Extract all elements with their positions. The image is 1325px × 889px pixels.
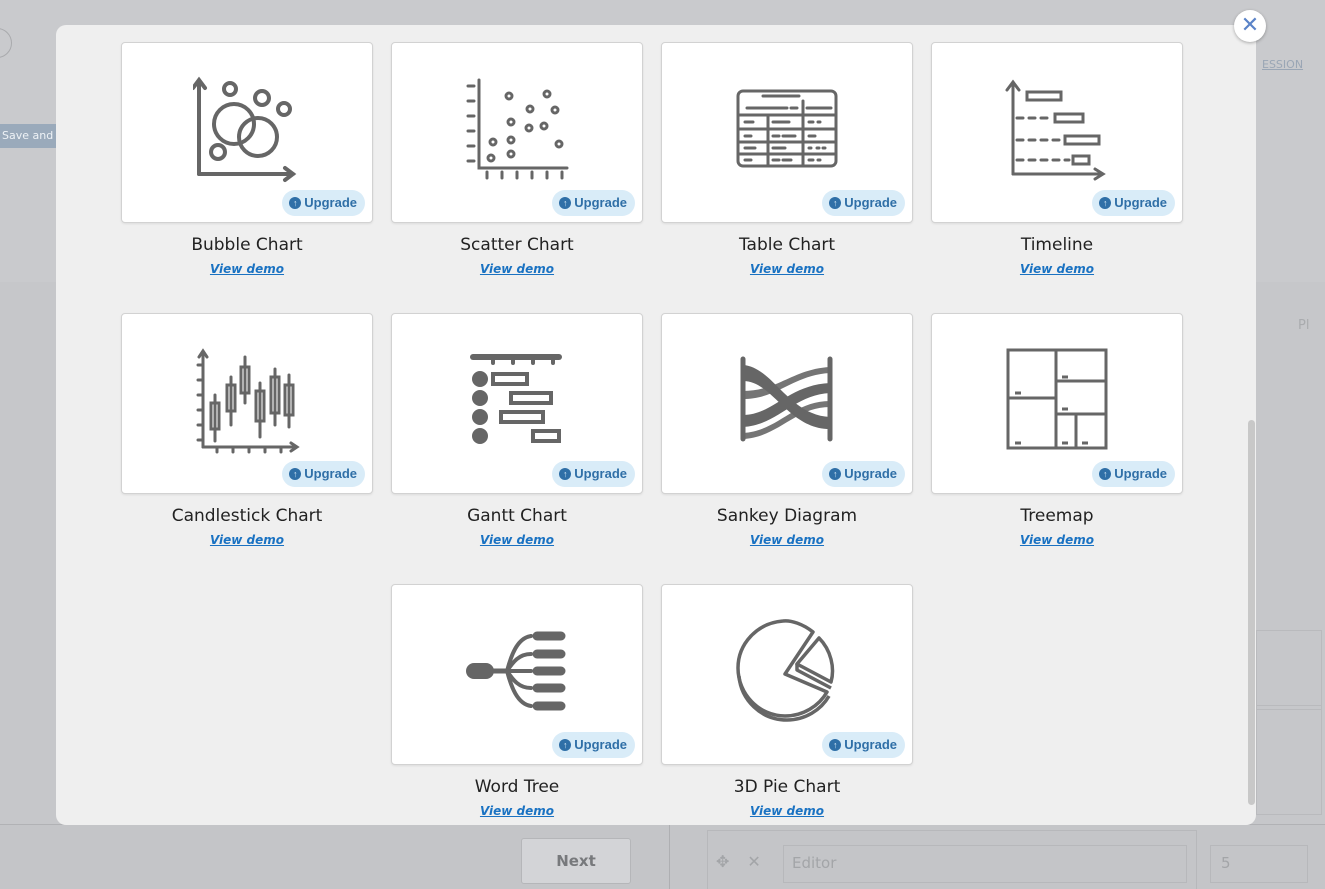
tile-title: Sankey Diagram: [716, 506, 858, 526]
word-tree-card[interactable]: ↑ Upgrade: [391, 584, 643, 765]
tile-word-tree: ↑ Upgrade Word Tree View demo: [391, 584, 643, 818]
tile-gantt-chart: ↑ Upgrade Gantt Chart View demo: [391, 313, 643, 547]
timeline-card[interactable]: ↑ Upgrade: [931, 42, 1183, 223]
arrow-up-circle-icon: ↑: [829, 739, 842, 751]
pie-3d-icon: [736, 619, 835, 722]
view-demo-link[interactable]: View demo: [931, 262, 1183, 276]
tile-treemap: ↑ Upgrade Treemap View demo: [931, 313, 1183, 547]
upgrade-button[interactable]: ↑ Upgrade: [552, 461, 635, 487]
timeline-icon: [1005, 79, 1106, 181]
view-demo-link[interactable]: View demo: [121, 262, 373, 276]
background-right-panel-lower: [1256, 705, 1322, 815]
arrow-up-circle-icon: ↑: [559, 197, 572, 209]
upgrade-button[interactable]: ↑ Upgrade: [1092, 461, 1175, 487]
tile-bubble-chart: ↑ Upgrade Bubble Chart View demo: [121, 42, 373, 276]
arrow-up-circle-icon: ↑: [559, 468, 572, 480]
upgrade-button[interactable]: ↑ Upgrade: [282, 461, 365, 487]
chart-type-modal: ↑ Upgrade Bubble Chart View demo ↑ Upgra…: [56, 25, 1256, 825]
treemap-card[interactable]: ↑ Upgrade: [931, 313, 1183, 494]
upgrade-button[interactable]: ↑ Upgrade: [822, 461, 905, 487]
tile-title: Table Chart: [738, 235, 836, 255]
background-right-tab: Pl: [1298, 318, 1310, 333]
tile-title: 3D Pie Chart: [733, 777, 841, 797]
gantt-chart-card[interactable]: ↑ Upgrade: [391, 313, 643, 494]
view-demo-link[interactable]: View demo: [391, 533, 643, 547]
background-right-panel: [1256, 630, 1322, 710]
view-demo-link[interactable]: View demo: [661, 262, 913, 276]
bubble-chart-card[interactable]: ↑ Upgrade: [121, 42, 373, 223]
arrow-up-circle-icon: ↑: [1099, 468, 1112, 480]
tile-candlestick-chart: ↑ Upgrade Candlestick Chart View demo: [121, 313, 373, 547]
tile-table-chart: ↑ Upgrade Table Chart View demo: [661, 42, 913, 276]
table-chart-card[interactable]: ↑ Upgrade: [661, 42, 913, 223]
background-save-chip: Save and c: [0, 124, 60, 148]
tile-title: Word Tree: [474, 777, 560, 797]
gantt-chart-icon: [470, 354, 562, 444]
close-icon[interactable]: ✕: [1234, 10, 1266, 42]
tile-scatter-chart: ↑ Upgrade Scatter Chart View demo: [391, 42, 643, 276]
tile-sankey-diagram: ↑ Upgrade Sankey Diagram View demo: [661, 313, 913, 547]
table-chart-icon: [736, 89, 838, 168]
scatter-chart-icon: [466, 78, 569, 180]
tile-title: Treemap: [1020, 506, 1094, 526]
tile-3d-pie-chart: ↑ Upgrade 3D Pie Chart View demo: [661, 584, 913, 818]
view-demo-link[interactable]: View demo: [121, 533, 373, 547]
treemap-icon: [1006, 348, 1108, 450]
tile-timeline: ↑ Upgrade Timeline View demo: [931, 42, 1183, 276]
arrow-up-circle-icon: ↑: [289, 197, 302, 209]
modal-scrollbar[interactable]: [1248, 420, 1255, 805]
candlestick-chart-icon: [196, 348, 300, 454]
background-right-link: ESSION: [1262, 58, 1304, 71]
tile-title: Gantt Chart: [467, 506, 567, 526]
next-button: Next: [521, 838, 631, 884]
scatter-chart-card[interactable]: ↑ Upgrade: [391, 42, 643, 223]
view-demo-link[interactable]: View demo: [931, 533, 1183, 547]
view-demo-link[interactable]: View demo: [391, 804, 643, 818]
upgrade-button[interactable]: ↑ Upgrade: [282, 190, 365, 216]
view-demo-link[interactable]: View demo: [661, 804, 913, 818]
tile-title: Scatter Chart: [460, 235, 574, 255]
editor-toolbar-icons: ✥✕: [716, 852, 779, 871]
arrow-up-circle-icon: ↑: [1099, 197, 1112, 209]
bubble-chart-icon: [193, 76, 297, 182]
upgrade-button[interactable]: ↑ Upgrade: [822, 732, 905, 758]
number-input: 5: [1210, 845, 1308, 883]
tile-title: Timeline: [1020, 235, 1094, 255]
tile-title: Bubble Chart: [191, 235, 303, 255]
view-demo-link[interactable]: View demo: [391, 262, 643, 276]
upgrade-button[interactable]: ↑ Upgrade: [552, 732, 635, 758]
pie-3d-card[interactable]: ↑ Upgrade: [661, 584, 913, 765]
upgrade-button[interactable]: ↑ Upgrade: [552, 190, 635, 216]
word-tree-icon: [466, 631, 566, 711]
view-demo-link[interactable]: View demo: [661, 533, 913, 547]
sankey-diagram-icon: [740, 356, 833, 442]
arrow-up-circle-icon: ↑: [829, 468, 842, 480]
upgrade-button[interactable]: ↑ Upgrade: [822, 190, 905, 216]
sankey-diagram-card[interactable]: ↑ Upgrade: [661, 313, 913, 494]
upgrade-button[interactable]: ↑ Upgrade: [1092, 190, 1175, 216]
arrow-up-circle-icon: ↑: [289, 468, 302, 480]
footer-divider: [669, 825, 670, 889]
arrow-up-circle-icon: ↑: [559, 739, 572, 751]
tile-title: Candlestick Chart: [171, 506, 323, 526]
candlestick-chart-card[interactable]: ↑ Upgrade: [121, 313, 373, 494]
arrow-up-circle-icon: ↑: [829, 197, 842, 209]
editor-input: Editor: [783, 845, 1187, 883]
